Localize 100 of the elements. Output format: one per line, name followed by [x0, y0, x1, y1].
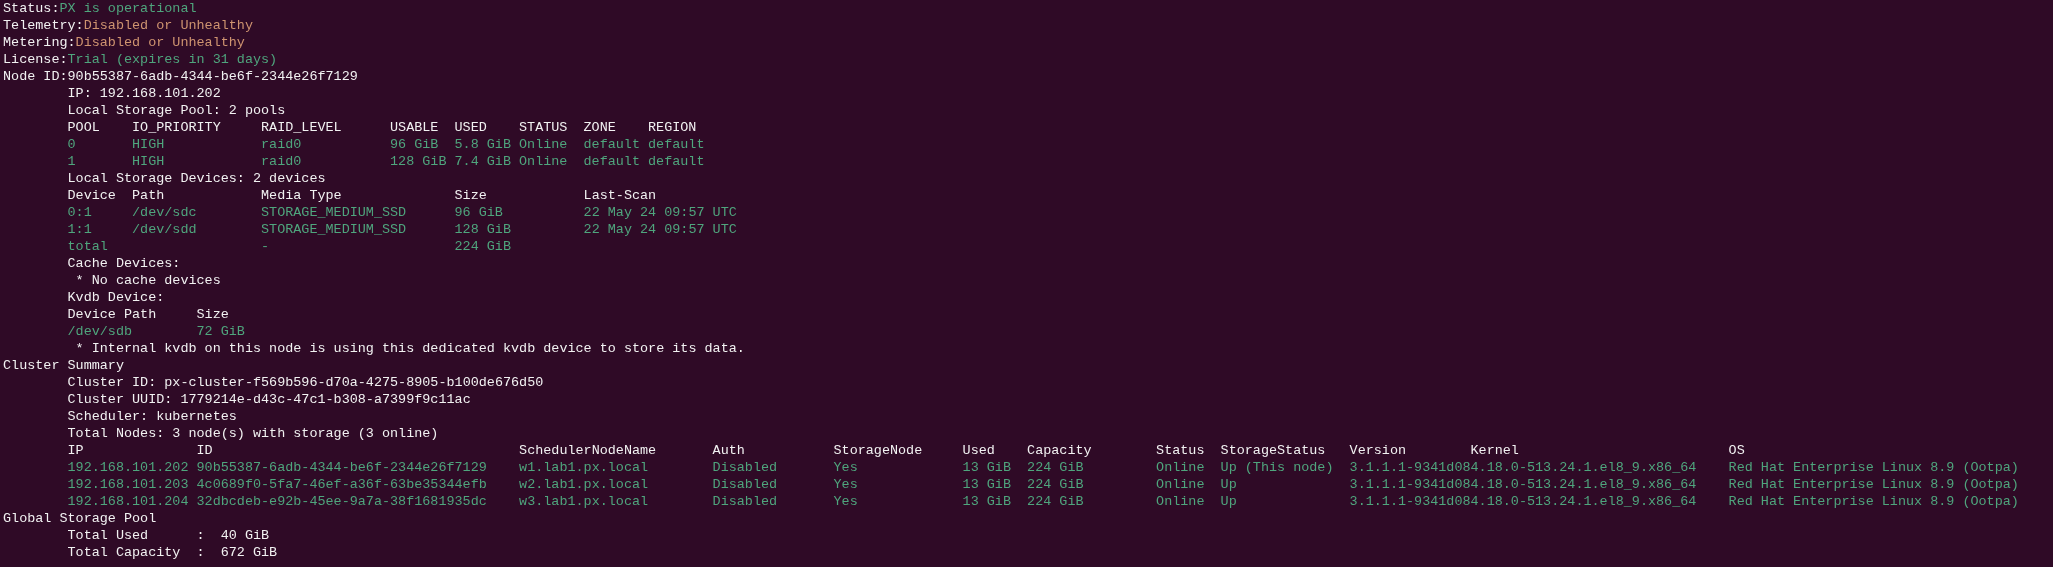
table-cell: 4c0689f0-5fa7-46ef-a36f-63be35344efb: [196, 477, 487, 492]
section-heading: Global Storage Pool: [3, 510, 157, 527]
table-cell: Online: [519, 154, 568, 169]
column-header: STATUS: [519, 119, 569, 136]
column-header: IO_PRIORITY: [132, 119, 222, 136]
table-cell: 13 GiB: [962, 460, 1011, 475]
table-cell: raid0: [261, 154, 302, 169]
column-header: Device: [67, 187, 117, 204]
section-heading: Kvdb Device:: [67, 289, 165, 306]
note-text: * Internal kvdb on this node is using this dedicated kvdb device to store its data.: [75, 340, 745, 357]
table-cell: 0: [67, 137, 76, 152]
table-cell: Yes: [833, 477, 858, 492]
table-cell: 96 GiB: [390, 137, 439, 152]
table-cell: 32dbcdeb-e92b-45ee-9a7a-38f1681935dc: [196, 494, 487, 509]
table-cell: raid0: [261, 137, 302, 152]
table-cell: default: [583, 137, 640, 152]
column-header: Last-Scan: [583, 187, 657, 204]
table-cell: 3.1.1.1-9341d08: [1349, 477, 1471, 492]
table-cell: default: [583, 154, 640, 169]
field-value: 90b55387-6adb-4344-be6f-2344e26f7129: [67, 68, 358, 85]
field-value: PX is operational: [59, 0, 197, 17]
table-cell: 1:1: [67, 222, 92, 237]
column-header: USABLE: [390, 119, 440, 136]
table-cell: 4.18.0-513.24.1.el8_9.x86_64: [1470, 460, 1697, 475]
field-label: Status:: [3, 0, 60, 17]
devices-summary: Local Storage Devices: 2 devices: [67, 170, 326, 187]
field-value: Trial (expires in 31 days): [67, 51, 278, 68]
table-cell: 224 GiB: [1027, 460, 1084, 475]
table-cell: w1.lab1.px.local: [519, 460, 649, 475]
table-cell: Online: [519, 137, 568, 152]
detail-line: Total Capacity : 672 GiB: [67, 544, 278, 561]
column-header: ID: [196, 442, 214, 459]
detail-line: Total Used : 40 GiB: [67, 527, 270, 544]
table-cell: 96 GiB: [454, 205, 503, 220]
table-cell: 3.1.1.1-9341d08: [1349, 460, 1471, 475]
table-cell: /dev/sdc: [132, 205, 197, 220]
table-cell: Online: [1156, 494, 1205, 509]
column-header: Device Path: [67, 306, 158, 323]
column-header: Capacity: [1027, 442, 1093, 459]
table-cell: 0:1: [67, 205, 92, 220]
table-cell: 7.4 GiB: [454, 154, 511, 169]
table-cell: 13 GiB: [962, 494, 1011, 509]
table-cell: Red Hat Enterprise Linux 8.9 (Ootpa): [1728, 460, 2019, 475]
field-value: Disabled or Unhealthy: [75, 34, 245, 51]
table-cell: /dev/sdd: [132, 222, 197, 237]
table-cell: Up (This node): [1220, 460, 1334, 475]
table-cell: 192.168.101.203: [67, 477, 189, 492]
column-header: RAID_LEVEL: [261, 119, 343, 136]
column-header: OS: [1728, 442, 1745, 459]
table-cell: default: [648, 137, 705, 152]
ip-line: IP: 192.168.101.202: [67, 85, 221, 102]
table-cell: Yes: [833, 494, 858, 509]
column-header: Path: [132, 187, 166, 204]
detail-line: Cluster UUID: 1779214e-d43c-47c1-b308-a7399f9c11ac: [67, 391, 471, 408]
column-header: USED: [454, 119, 488, 136]
table-cell: -: [261, 239, 270, 254]
table-cell: 90b55387-6adb-4344-be6f-2344e26f7129: [196, 460, 487, 475]
table-cell: total: [67, 239, 108, 254]
table-cell: 13 GiB: [962, 477, 1011, 492]
detail-line: Total Nodes: 3 node(s) with storage (3 online): [67, 425, 439, 442]
column-header: SchedulerNodeName: [519, 442, 658, 459]
table-cell: Up: [1220, 494, 1237, 509]
table-cell: default: [648, 154, 705, 169]
column-header: Status: [1156, 442, 1206, 459]
section-heading: Cache Devices:: [67, 255, 181, 272]
table-cell: 224 GiB: [1027, 494, 1084, 509]
table-cell: /dev/sdb: [67, 324, 132, 339]
column-header: REGION: [648, 119, 697, 136]
table-cell: 72 GiB: [196, 324, 245, 339]
table-cell: Red Hat Enterprise Linux 8.9 (Ootpa): [1728, 494, 2019, 509]
table-cell: 4.18.0-513.24.1.el8_9.x86_64: [1470, 494, 1697, 509]
column-header: Auth: [712, 442, 746, 459]
table-cell: Disabled: [712, 477, 778, 492]
table-cell: Red Hat Enterprise Linux 8.9 (Ootpa): [1728, 477, 2019, 492]
column-header: StorageNode: [833, 442, 924, 459]
table-cell: 22 May 24 09:57 UTC: [583, 205, 737, 220]
column-header: Version: [1349, 442, 1408, 459]
table-cell: STORAGE_MEDIUM_SSD: [261, 222, 407, 237]
table-cell: w3.lab1.px.local: [519, 494, 649, 509]
table-cell: Yes: [833, 460, 858, 475]
column-header: POOL: [67, 119, 101, 136]
table-cell: HIGH: [132, 154, 165, 169]
table-cell: Online: [1156, 477, 1205, 492]
table-cell: Disabled: [712, 460, 778, 475]
section-heading: Cluster Summary: [3, 357, 124, 374]
pool-summary: Local Storage Pool: 2 pools: [67, 102, 286, 119]
column-header: Kernel: [1470, 442, 1520, 459]
table-cell: 224 GiB: [454, 239, 511, 254]
detail-line: Scheduler: kubernetes: [67, 408, 237, 425]
table-cell: Online: [1156, 460, 1205, 475]
table-cell: 5.8 GiB: [454, 137, 511, 152]
table-cell: Disabled: [712, 494, 778, 509]
table-cell: STORAGE_MEDIUM_SSD: [261, 205, 407, 220]
field-label: Node ID:: [3, 68, 68, 85]
table-cell: 224 GiB: [1027, 477, 1084, 492]
table-cell: 128 GiB: [390, 154, 447, 169]
table-cell: 128 GiB: [454, 222, 511, 237]
column-header: Size: [454, 187, 488, 204]
table-cell: 4.18.0-513.24.1.el8_9.x86_64: [1470, 477, 1697, 492]
table-cell: 1: [67, 154, 76, 169]
